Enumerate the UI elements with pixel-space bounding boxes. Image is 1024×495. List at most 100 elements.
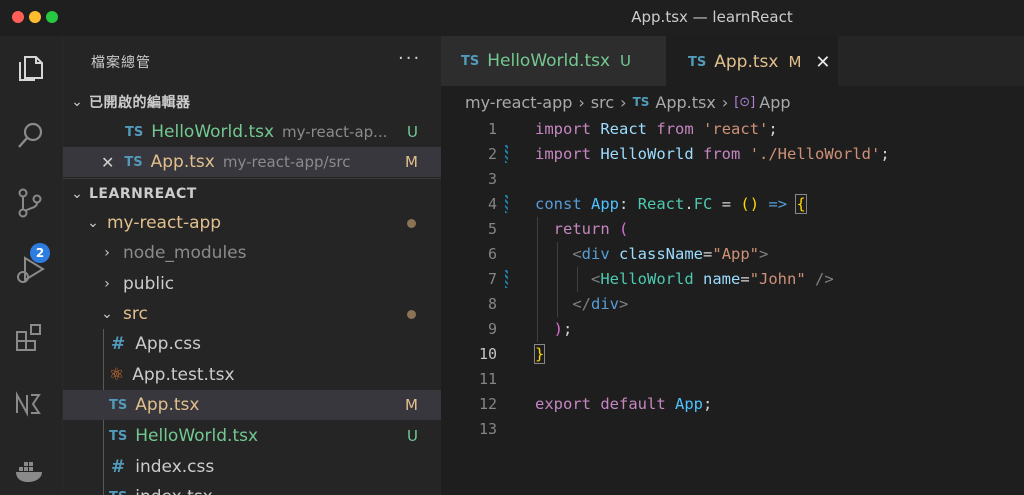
file-item[interactable]: TS HelloWorld.tsx U — [63, 421, 442, 451]
line-number: 13 — [478, 420, 497, 438]
editor-tabs: TS HelloWorld.tsx U TS App.tsx M ✕ — [441, 36, 1024, 86]
code-line: </div> — [572, 295, 629, 313]
open-editor-path: my-react-app/src — [222, 153, 351, 171]
file-name: HelloWorld.tsx — [135, 426, 259, 446]
title-bar: App.tsx — learnReact — [0, 0, 1024, 36]
git-status-badge: U — [620, 52, 632, 70]
line-number: 9 — [487, 320, 497, 338]
project-section-header[interactable]: ⌄ LEARNREACT — [63, 178, 442, 208]
code-line: ); — [553, 320, 573, 338]
project-label: LEARNREACT — [89, 185, 197, 202]
code-line: const App: React.FC = () => { — [535, 194, 807, 214]
breadcrumb-item[interactable]: src — [591, 93, 614, 112]
line-number: 5 — [487, 220, 497, 238]
chevron-right-icon: › — [104, 276, 110, 292]
open-editors-header[interactable]: ⌄ 已開啟的編輯器 — [63, 87, 442, 117]
git-status-badge: U — [407, 123, 418, 141]
search-icon[interactable] — [10, 116, 50, 156]
docker-icon[interactable] — [10, 450, 50, 490]
css-icon: # — [111, 334, 126, 354]
git-status-badge: M — [788, 53, 802, 71]
window-title: App.tsx — learnReact — [631, 8, 793, 26]
line-number: 11 — [478, 370, 497, 388]
run-debug-icon[interactable] — [10, 249, 50, 289]
folder-item[interactable]: ⌄ src — [63, 299, 442, 329]
line-number: 1 — [487, 120, 497, 138]
css-icon: # — [111, 457, 126, 477]
source-control-icon[interactable] — [10, 183, 50, 223]
folder-item[interactable]: › public — [63, 269, 442, 299]
symbol-icon: [⊙] — [734, 94, 756, 110]
file-name: App.css — [135, 334, 201, 354]
folder-name: public — [123, 274, 175, 294]
modified-dot — [407, 218, 416, 228]
typescript-icon: TS — [109, 397, 128, 413]
chevron-right-icon: › — [578, 92, 585, 112]
breadcrumb-item[interactable]: App.tsx — [655, 93, 715, 112]
chevron-right-icon: › — [620, 92, 627, 112]
typescript-icon: TS — [124, 154, 143, 170]
git-change-marker — [505, 145, 508, 163]
open-editor-filename: HelloWorld.tsx — [151, 122, 275, 142]
code-line: return ( — [553, 220, 629, 238]
git-status-badge: U — [407, 427, 418, 445]
chevron-right-icon: › — [104, 245, 110, 261]
file-name: index.tsx — [135, 487, 213, 495]
modified-dot — [407, 309, 416, 319]
line-number: 10 — [478, 345, 497, 363]
git-status-badge: M — [405, 396, 418, 414]
open-editor-path: my-react-ap... — [282, 123, 388, 141]
chevron-right-icon: › — [721, 92, 729, 112]
breadcrumb-item[interactable]: my-react-app — [465, 93, 572, 112]
file-item[interactable]: TS index.tsx — [63, 482, 442, 495]
explorer-sidebar: 檔案總管 ··· ⌄ 已開啟的編輯器 TS HelloWorld.tsx my-… — [62, 36, 442, 495]
explorer-title: 檔案總管 — [91, 55, 151, 71]
more-actions-button[interactable]: ··· — [398, 48, 421, 69]
extensions-icon[interactable] — [10, 317, 50, 357]
folder-name: my-react-app — [107, 213, 222, 233]
line-number: 4 — [487, 195, 497, 213]
file-name: App.tsx — [135, 395, 200, 415]
explorer-icon[interactable] — [10, 48, 50, 88]
chevron-down-icon: ⌄ — [87, 215, 99, 231]
file-item[interactable]: ⚛ App.test.tsx — [63, 360, 442, 390]
typescript-icon: TS — [688, 54, 707, 70]
open-editor-item[interactable]: TS HelloWorld.tsx my-react-ap... U — [63, 117, 442, 147]
file-item[interactable]: TS App.tsx M — [63, 390, 442, 420]
git-change-marker — [505, 270, 508, 288]
folder-name: node_modules — [123, 243, 247, 263]
open-editor-item[interactable]: ✕ TS App.tsx my-react-app/src M — [63, 147, 442, 177]
close-icon[interactable]: ✕ — [101, 153, 114, 172]
open-editors-label: 已開啟的編輯器 — [89, 95, 191, 111]
typescript-icon: TS — [461, 53, 480, 69]
line-number: 3 — [487, 170, 497, 188]
line-number: 7 — [487, 270, 497, 288]
chevron-down-icon: ⌄ — [71, 94, 83, 110]
git-status-badge: M — [405, 153, 418, 171]
code-editor[interactable]: 1 2 3 4 5 6 7 8 9 10 11 12 13 import Rea… — [441, 115, 1024, 495]
file-item[interactable]: # App.css — [63, 329, 442, 359]
breadcrumb-item[interactable]: App — [759, 93, 790, 112]
line-number: 8 — [487, 295, 497, 313]
code-line: } — [533, 344, 546, 364]
tab-helloworld[interactable]: TS HelloWorld.tsx U — [441, 36, 666, 86]
folder-name: src — [123, 304, 148, 324]
typescript-icon: TS — [109, 428, 128, 444]
tab-app[interactable]: TS App.tsx M ✕ — [666, 36, 838, 86]
code-line: <HelloWorld name="John" /> — [591, 270, 834, 288]
react-icon: ⚛ — [109, 365, 125, 385]
code-line: <div className="App"> — [572, 245, 769, 263]
file-name: App.test.tsx — [132, 365, 235, 385]
typescript-icon: TS — [125, 124, 144, 140]
folder-item[interactable]: › node_modules — [63, 238, 442, 268]
folder-item[interactable]: ⌄ my-react-app — [63, 208, 442, 238]
line-number: 12 — [478, 395, 497, 413]
file-item[interactable]: # index.css — [63, 452, 442, 482]
chevron-down-icon: ⌄ — [101, 306, 113, 322]
close-icon[interactable]: ✕ — [815, 52, 830, 73]
code-line: import HelloWorld from './HelloWorld'; — [535, 145, 890, 163]
breadcrumb: my-react-app › src › TS App.tsx › [⊙] Ap… — [465, 92, 791, 112]
nx-icon[interactable] — [10, 384, 50, 424]
chevron-down-icon: ⌄ — [71, 185, 83, 202]
code-line: export default App; — [535, 395, 713, 413]
